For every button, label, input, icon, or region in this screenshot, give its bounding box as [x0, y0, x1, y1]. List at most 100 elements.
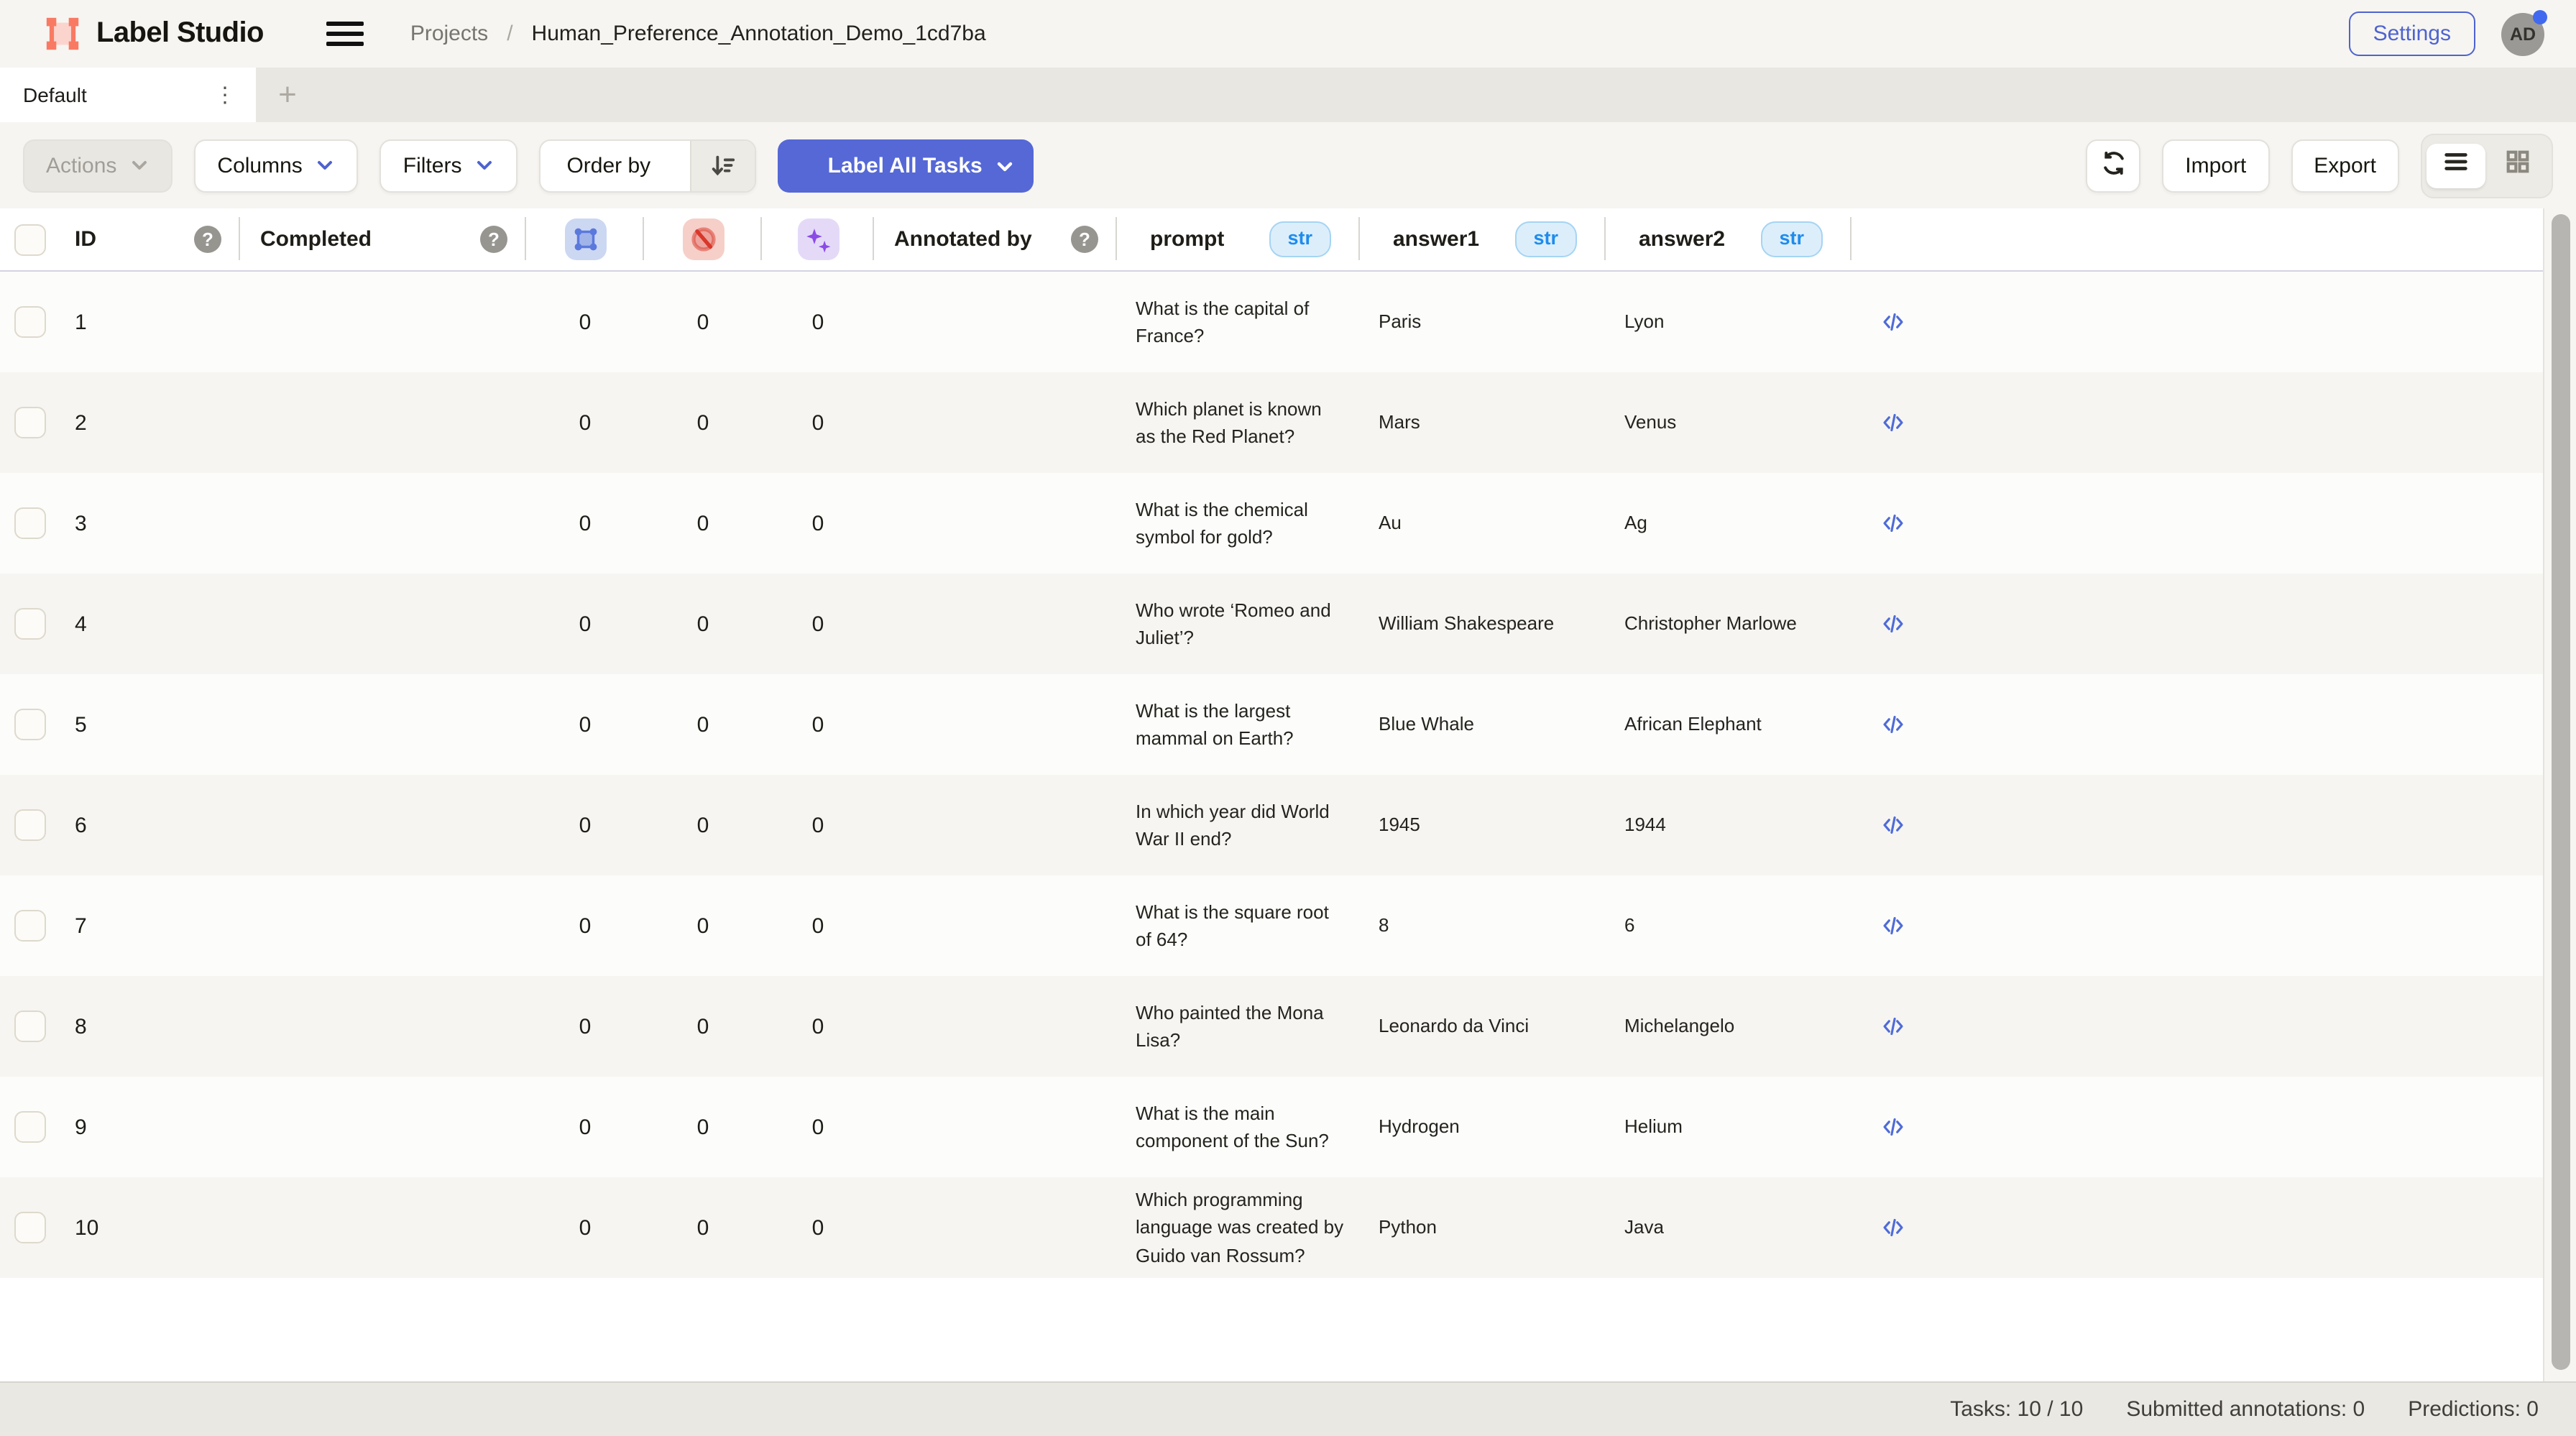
cell-completed — [240, 1177, 526, 1278]
list-view-button[interactable] — [2426, 143, 2485, 188]
grid-view-button[interactable] — [2488, 143, 2547, 188]
row-checkbox[interactable] — [14, 809, 46, 841]
view-source-code-icon[interactable] — [1880, 712, 1905, 737]
cell-completed — [240, 473, 526, 574]
cell-answer1: Python — [1360, 1177, 1606, 1278]
cell-cancelled-count: 0 — [644, 272, 762, 372]
sort-direction-icon[interactable] — [689, 140, 754, 190]
tasks-count: Tasks: 10 / 10 — [1950, 1397, 2083, 1422]
annotated-by-help-icon[interactable]: ? — [1071, 226, 1098, 253]
tab-options-kebab-icon[interactable]: ⋮ — [211, 78, 239, 111]
table-row[interactable]: 7 0 0 0 What is the square root of 64? 8… — [0, 875, 2544, 976]
table-row[interactable]: 10 0 0 0 Which programming language was … — [0, 1177, 2544, 1278]
cell-source — [1852, 775, 1933, 875]
cell-predictions-count: 0 — [762, 372, 874, 473]
cell-id-group: 4 — [0, 574, 240, 674]
header-id[interactable]: ID ? — [0, 208, 240, 270]
annotations-bbox-icon[interactable] — [564, 218, 606, 260]
header-answer1[interactable]: answer1 str — [1360, 208, 1606, 270]
table-row[interactable]: 5 0 0 0 What is the largest mammal on Ea… — [0, 674, 2544, 775]
row-checkbox[interactable] — [14, 709, 46, 740]
view-source-code-icon[interactable] — [1880, 1215, 1905, 1241]
view-source-code-icon[interactable] — [1880, 510, 1905, 536]
table-row[interactable]: 8 0 0 0 Who painted the Mona Lisa? Leona… — [0, 976, 2544, 1077]
cell-answer2: Ag — [1606, 473, 1852, 574]
table-row[interactable]: 2 0 0 0 Which planet is known as the Red… — [0, 372, 2544, 473]
row-checkbox[interactable] — [14, 507, 46, 539]
cell-completed — [240, 875, 526, 976]
cell-prompt: Who painted the Mona Lisa? — [1117, 976, 1360, 1077]
grid-view-icon — [2504, 148, 2531, 183]
scrollbar-thumb[interactable] — [2551, 214, 2570, 1370]
cell-predictions-count: 0 — [762, 1177, 874, 1278]
vertical-scrollbar[interactable] — [2543, 208, 2576, 1381]
header-annotated-by[interactable]: Annotated by ? — [874, 208, 1117, 270]
app-logo[interactable]: Label Studio — [43, 14, 264, 53]
cell-annotations-count: 0 — [526, 674, 644, 775]
header-prompt[interactable]: prompt str — [1117, 208, 1360, 270]
refresh-button[interactable] — [2086, 139, 2140, 192]
view-source-code-icon[interactable] — [1880, 1013, 1905, 1039]
header-predictions[interactable] — [762, 208, 874, 270]
breadcrumb-projects-link[interactable]: Projects — [410, 22, 488, 46]
row-checkbox[interactable] — [14, 608, 46, 640]
completed-help-icon[interactable]: ? — [480, 226, 507, 253]
table-row[interactable]: 3 0 0 0 What is the chemical symbol for … — [0, 473, 2544, 574]
data-manager-toolbar: Actions Columns Filters Order by — [0, 122, 2576, 208]
cell-id: 7 — [75, 913, 87, 938]
cell-predictions-count: 0 — [762, 473, 874, 574]
cell-prompt: What is the main component of the Sun? — [1117, 1077, 1360, 1177]
cell-answer1: 8 — [1360, 875, 1606, 976]
breadcrumb: Projects / Human_Preference_Annotation_D… — [410, 22, 986, 46]
cell-id: 2 — [75, 410, 87, 435]
hamburger-menu-icon[interactable] — [327, 19, 364, 48]
filters-button[interactable]: Filters — [380, 139, 518, 192]
table-row[interactable]: 6 0 0 0 In which year did World War II e… — [0, 775, 2544, 875]
view-source-code-icon[interactable] — [1880, 913, 1905, 939]
row-checkbox[interactable] — [14, 407, 46, 438]
view-source-code-icon[interactable] — [1880, 410, 1905, 436]
view-source-code-icon[interactable] — [1880, 812, 1905, 838]
header-answer2[interactable]: answer2 str — [1606, 208, 1852, 270]
table-row[interactable]: 9 0 0 0 What is the main component of th… — [0, 1077, 2544, 1177]
header-cancelled[interactable] — [644, 208, 762, 270]
settings-button[interactable]: Settings — [2349, 11, 2475, 56]
header-completed[interactable]: Completed ? — [240, 208, 526, 270]
table-header-row: ID ? Completed ? — [0, 208, 2544, 272]
cell-source — [1852, 1077, 1933, 1177]
avatar[interactable]: AD — [2501, 12, 2544, 55]
notification-dot — [2533, 9, 2547, 24]
label-all-tasks-button[interactable]: Label All Tasks — [777, 139, 1033, 192]
view-source-code-icon[interactable] — [1880, 1114, 1905, 1140]
view-source-code-icon[interactable] — [1880, 309, 1905, 335]
view-source-code-icon[interactable] — [1880, 611, 1905, 637]
header-annotations[interactable] — [526, 208, 644, 270]
columns-button[interactable]: Columns — [194, 139, 358, 192]
cancelled-annotations-icon[interactable] — [682, 218, 724, 260]
row-checkbox[interactable] — [14, 1212, 46, 1243]
cell-cancelled-count: 0 — [644, 372, 762, 473]
row-checkbox[interactable] — [14, 1011, 46, 1042]
row-checkbox[interactable] — [14, 306, 46, 338]
cell-annotated-by — [874, 473, 1117, 574]
refresh-icon — [2099, 149, 2127, 182]
cell-annotated-by — [874, 272, 1117, 372]
cell-annotations-count: 0 — [526, 1077, 644, 1177]
import-button[interactable]: Import — [2162, 139, 2269, 192]
cell-annotated-by — [874, 775, 1117, 875]
export-button[interactable]: Export — [2291, 139, 2399, 192]
breadcrumb-separator: / — [507, 22, 512, 46]
select-all-checkbox[interactable] — [14, 224, 46, 255]
tab-default[interactable]: Default ⋮ — [0, 68, 256, 122]
predictions-sparkles-icon[interactable] — [797, 218, 839, 260]
order-by-button[interactable]: Order by — [539, 139, 755, 192]
add-tab-button[interactable]: + — [256, 68, 319, 122]
table-row[interactable]: 4 0 0 0 Who wrote ‘Romeo and Juliet’? Wi… — [0, 574, 2544, 674]
table-row[interactable]: 1 0 0 0 What is the capital of France? P… — [0, 272, 2544, 372]
row-checkbox[interactable] — [14, 910, 46, 942]
tab-label: Default — [23, 83, 87, 106]
actions-button[interactable]: Actions — [23, 139, 172, 192]
row-checkbox[interactable] — [14, 1111, 46, 1143]
cell-cancelled-count: 0 — [644, 473, 762, 574]
id-help-icon[interactable]: ? — [194, 226, 221, 253]
